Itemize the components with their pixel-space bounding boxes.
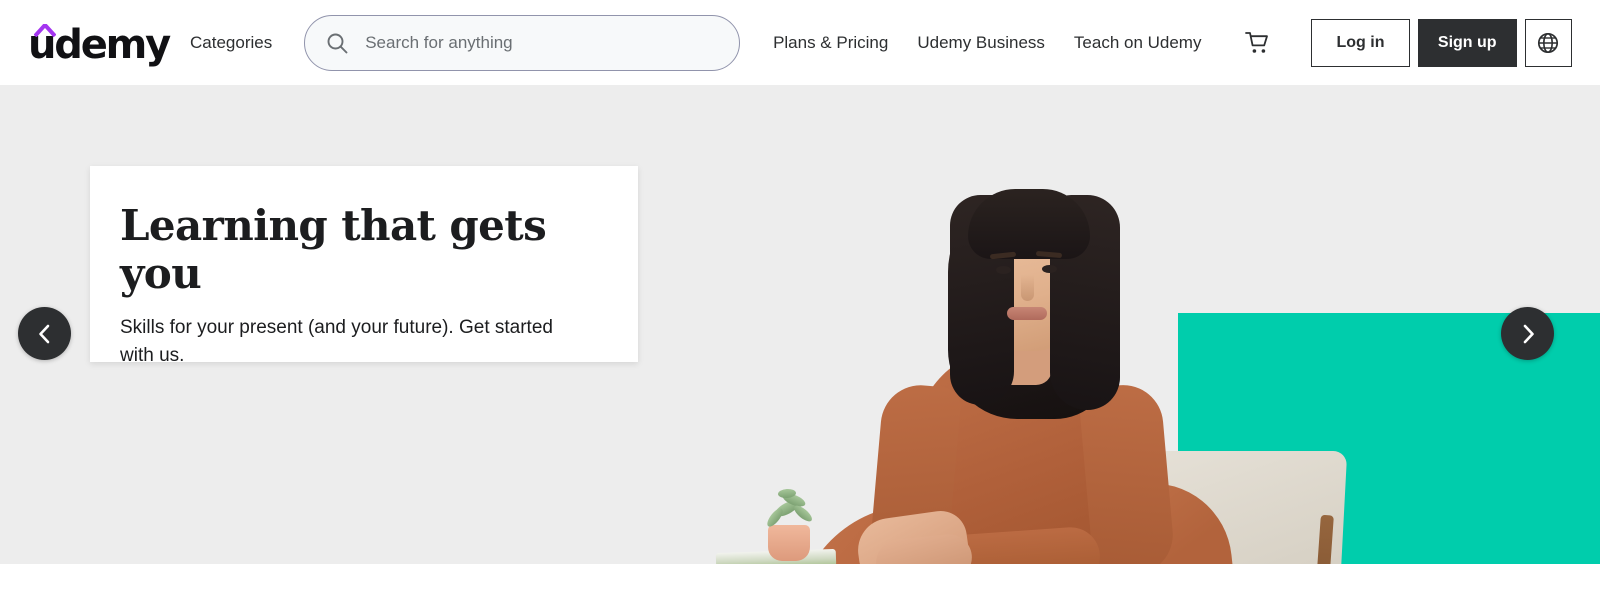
nav-categories[interactable]: Categories bbox=[190, 33, 272, 53]
carousel-prev-button[interactable] bbox=[18, 307, 71, 360]
person-mouth bbox=[1007, 307, 1047, 320]
page-bottom-spacer bbox=[0, 564, 1600, 598]
search-bar[interactable] bbox=[304, 14, 741, 71]
person-eye-left bbox=[996, 266, 1011, 274]
cart-button[interactable] bbox=[1243, 29, 1271, 57]
nav-link-udemy-business[interactable]: Udemy Business bbox=[917, 33, 1045, 53]
person-eye-right bbox=[1042, 265, 1057, 273]
carousel-next-button[interactable] bbox=[1501, 307, 1554, 360]
succulent-plant bbox=[760, 488, 818, 533]
nav-link-plans-pricing[interactable]: Plans & Pricing bbox=[773, 33, 888, 53]
person-nose bbox=[1021, 275, 1034, 301]
shopping-cart-icon bbox=[1245, 31, 1269, 53]
site-header: udemy Categories Plans & Pricing Udemy B… bbox=[0, 0, 1600, 85]
chevron-left-icon bbox=[38, 324, 49, 343]
globe-icon bbox=[1538, 32, 1559, 53]
nav-link-teach-on-udemy[interactable]: Teach on Udemy bbox=[1074, 33, 1202, 53]
language-button[interactable] bbox=[1524, 18, 1572, 67]
search-input[interactable] bbox=[365, 32, 720, 53]
signup-button[interactable]: Sign up bbox=[1417, 18, 1517, 67]
logo-accent-icon bbox=[34, 23, 56, 37]
hero-caption-card: Learning that gets you Skills for your p… bbox=[90, 166, 638, 366]
udemy-logo[interactable]: udemy bbox=[28, 21, 171, 65]
person-hair-top bbox=[968, 189, 1090, 259]
hero-title: Learning that gets you bbox=[120, 201, 547, 298]
hero-subtitle: Skills for your present (and your future… bbox=[120, 317, 553, 366]
header-nav-links: Plans & Pricing Udemy Business Teach on … bbox=[773, 33, 1201, 53]
login-button[interactable]: Log in bbox=[1311, 18, 1410, 67]
search-icon bbox=[327, 33, 348, 53]
udemy-homepage: udemy Categories Plans & Pricing Udemy B… bbox=[0, 0, 1600, 598]
hero-banner: Learning that gets you Skills for your p… bbox=[0, 85, 1600, 564]
chevron-right-icon bbox=[1523, 324, 1534, 343]
